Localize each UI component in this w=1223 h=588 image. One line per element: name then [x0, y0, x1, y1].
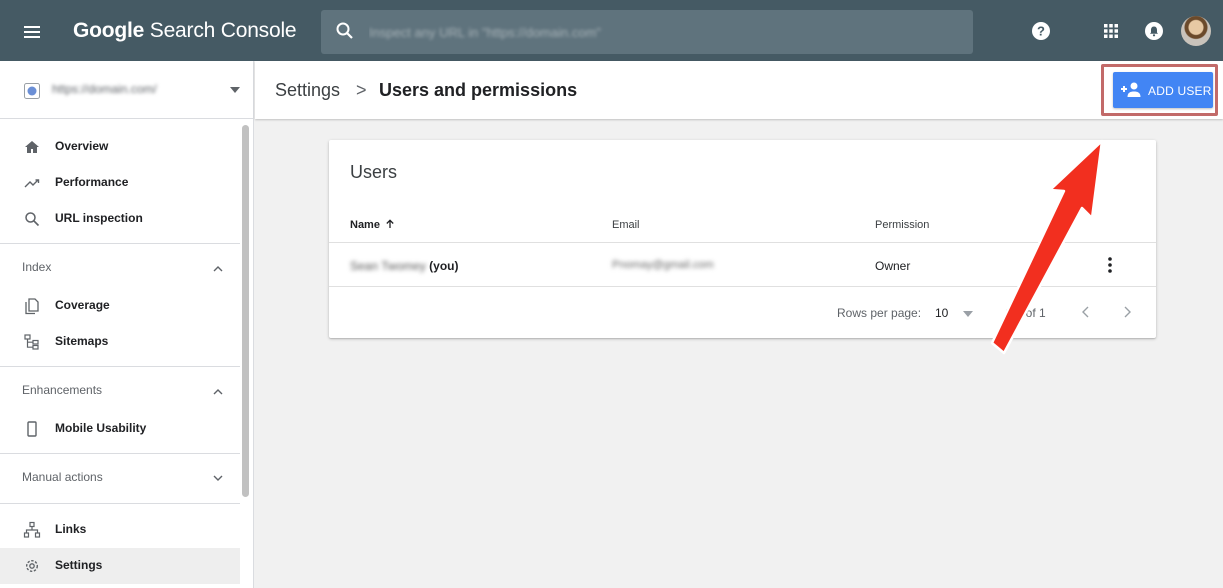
app-title-google: Google [73, 19, 145, 42]
table-row: Sean Twomey (you) Pnomay@gmail.com Owner [329, 243, 1156, 286]
sidebar-item-label: Settings [55, 558, 103, 572]
sidebar-item-label: Overview [55, 139, 109, 153]
svg-text:?: ? [1037, 24, 1045, 39]
breadcrumb-separator: > [356, 80, 367, 100]
sidebar-divider [0, 366, 240, 367]
add-user-label: ADD USER [1148, 84, 1212, 98]
dropdown-caret-icon [230, 87, 240, 93]
rows-per-page-select[interactable]: 10 [935, 304, 977, 322]
sidebar-item-label: URL inspection [55, 211, 143, 225]
search-icon [25, 212, 40, 227]
apps-grid-icon[interactable] [1100, 20, 1122, 42]
sidebar-section-label: Enhancements [22, 383, 103, 397]
sidebar-scrollbar[interactable] [242, 125, 249, 497]
sidebar-item-label: Performance [55, 175, 129, 189]
pagination-range: 1-1 of 1 [1005, 306, 1046, 320]
chevron-left-icon[interactable] [1079, 303, 1093, 321]
sidebar-item-overview[interactable]: Overview [0, 129, 240, 165]
globe-icon [24, 83, 40, 99]
sidebar-item-label: Mobile Usability [55, 421, 147, 435]
home-icon [25, 141, 39, 153]
sidebar-item-label: Sitemaps [55, 334, 109, 348]
dropdown-caret-icon [963, 311, 973, 317]
sidebar-section-index[interactable]: Index [0, 245, 240, 291]
main-menu-button[interactable] [14, 18, 50, 46]
sidebar-divider [0, 453, 240, 454]
sidebar-section-label: Manual actions [22, 470, 103, 484]
trending-up-icon [24, 179, 40, 188]
sidebar-section-enhancements[interactable]: Enhancements [0, 368, 240, 414]
account-avatar[interactable] [1181, 16, 1211, 46]
sidebar-divider [0, 503, 240, 504]
sidebar-item-label: Links [55, 522, 87, 536]
user-permission: Owner [875, 259, 911, 273]
sidebar-item-coverage[interactable]: Coverage [0, 288, 240, 324]
users-card: Users Name Email Permission Sean Twomey … [329, 140, 1156, 338]
sidebar-item-label: Coverage [55, 298, 110, 312]
sidebar-item-settings[interactable]: Settings [0, 548, 240, 584]
sidebar: https://domain.com/ Overview Performance… [0, 61, 254, 588]
page-header: Settings > Users and permissions ADD USE… [255, 61, 1223, 119]
user-name-cell: Sean Twomey (you) [350, 259, 459, 273]
column-header-name[interactable]: Name [350, 219, 395, 231]
chevron-down-icon [213, 475, 223, 481]
breadcrumb-settings-link[interactable]: Settings [275, 80, 340, 101]
rows-per-page-label: Rows per page: [837, 306, 922, 320]
sitemap-icon [24, 334, 39, 350]
links-icon [23, 521, 41, 538]
url-inspection-search-bar[interactable] [321, 10, 973, 54]
page-title: Users and permissions [379, 80, 578, 100]
sidebar-item-sitemaps[interactable]: Sitemaps [0, 324, 240, 360]
search-input[interactable] [369, 22, 949, 42]
copy-icon [25, 298, 39, 315]
pagination-bar: Rows per page: 10 1-1 of 1 [329, 287, 1156, 337]
chevron-right-icon[interactable] [1120, 303, 1134, 321]
chevron-up-icon [213, 389, 223, 395]
settings-icon [25, 559, 39, 573]
search-icon [336, 22, 353, 39]
add-user-button[interactable]: ADD USER [1113, 72, 1213, 108]
sidebar-item-url-inspection[interactable]: URL inspection [0, 201, 240, 237]
app-title-product: Search Console [144, 19, 297, 42]
top-app-bar: Google Search Console ? [0, 0, 1223, 61]
column-header-name-label: Name [350, 219, 380, 231]
users-card-title: Users [350, 162, 398, 182]
sort-ascending-icon [386, 219, 394, 228]
hamburger-menu-icon [24, 26, 40, 38]
sidebar-section-label: Index [22, 260, 52, 274]
chevron-up-icon [213, 266, 223, 272]
sidebar-item-performance[interactable]: Performance [0, 165, 240, 201]
sidebar-section-manual-actions[interactable]: Manual actions [0, 455, 240, 501]
user-name: Sean Twomey [350, 259, 426, 273]
column-header-permission[interactable]: Permission [875, 219, 929, 231]
help-icon[interactable]: ? [1030, 20, 1052, 42]
rows-per-page-value: 10 [935, 306, 949, 320]
sidebar-divider [0, 243, 240, 244]
app-title[interactable]: Google Search Console [73, 19, 297, 43]
person-add-icon [1121, 82, 1141, 97]
notifications-bell-icon[interactable] [1143, 20, 1165, 42]
property-selector[interactable]: https://domain.com/ [0, 61, 254, 119]
more-vert-icon[interactable] [1104, 255, 1116, 275]
user-email: Pnomay@gmail.com [612, 259, 714, 271]
you-label: (you) [429, 259, 459, 273]
sidebar-item-mobile-usability[interactable]: Mobile Usability [0, 411, 240, 447]
column-header-email[interactable]: Email [612, 219, 640, 231]
smartphone-icon [27, 421, 37, 437]
property-url: https://domain.com/ [52, 82, 157, 96]
sidebar-item-links[interactable]: Links [0, 512, 240, 548]
